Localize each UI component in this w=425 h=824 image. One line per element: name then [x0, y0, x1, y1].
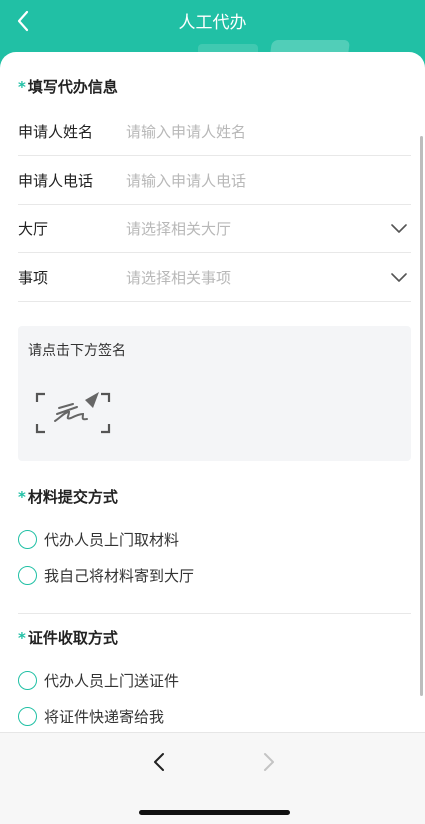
signature-area[interactable]: 请点击下方签名 [18, 326, 411, 461]
radio-circle[interactable] [18, 706, 37, 726]
radio-label: 我自己将材料寄到大厅 [44, 566, 195, 585]
hall-label: 大厅 [18, 220, 49, 238]
item-label: 事项 [18, 269, 49, 287]
scrollbar[interactable] [420, 136, 423, 696]
section-title-info: * 填写代办信息 [18, 76, 118, 97]
applicant-phone-label: 申请人电话 [18, 172, 94, 190]
applicant-name-row: 申请人姓名 [18, 108, 411, 156]
item-select-placeholder: 请选择相关事项 [126, 269, 232, 287]
required-marker: * [18, 78, 26, 96]
signature-icon[interactable] [35, 390, 113, 436]
home-indicator [139, 810, 290, 815]
chevron-down-icon [389, 268, 409, 288]
applicant-name-input[interactable] [126, 122, 411, 141]
applicant-phone-row: 申请人电话 [18, 157, 411, 205]
chevron-right-icon[interactable] [254, 747, 284, 777]
applicant-phone-input[interactable] [126, 171, 411, 190]
section-title-certificate: * 证件收取方式 [18, 627, 118, 648]
item-select-row[interactable]: 事项 请选择相关事项 [18, 254, 411, 302]
page-title: 人工代办 [178, 13, 247, 33]
divider [18, 613, 411, 614]
certificate-option-express[interactable]: 将证件快递寄给我 [18, 704, 164, 728]
radio-circle[interactable] [18, 565, 37, 585]
required-marker: * [18, 629, 26, 647]
material-option-mail[interactable]: 我自己将材料寄到大厅 [18, 563, 194, 587]
hall-select-placeholder: 请选择相关大厅 [126, 220, 232, 238]
hall-select-row[interactable]: 大厅 请选择相关大厅 [18, 205, 411, 253]
material-option-pickup[interactable]: 代办人员上门取材料 [18, 527, 179, 551]
signature-hint: 请点击下方签名 [28, 343, 126, 359]
radio-label: 代办人员上门送证件 [44, 671, 180, 690]
section-title-text: 材料提交方式 [27, 488, 118, 506]
chevron-down-icon [389, 219, 409, 239]
radio-circle[interactable] [18, 529, 37, 549]
radio-label: 代办人员上门取材料 [44, 530, 180, 549]
section-title-text: 填写代办信息 [27, 78, 118, 96]
chevron-left-icon[interactable] [144, 747, 174, 777]
browser-toolbar [0, 732, 425, 824]
section-title-material: * 材料提交方式 [18, 486, 118, 507]
section-title-text: 证件收取方式 [27, 629, 118, 647]
required-marker: * [18, 488, 26, 506]
certificate-option-delivery[interactable]: 代办人员上门送证件 [18, 668, 179, 692]
applicant-name-label: 申请人姓名 [18, 123, 94, 141]
radio-circle[interactable] [18, 670, 37, 690]
radio-label: 将证件快递寄给我 [44, 707, 165, 726]
form-card: *填写代办信息 申请人姓名 申请人电话 大厅 请选择相关大厅 事项 请选择相关事… [0, 52, 425, 732]
